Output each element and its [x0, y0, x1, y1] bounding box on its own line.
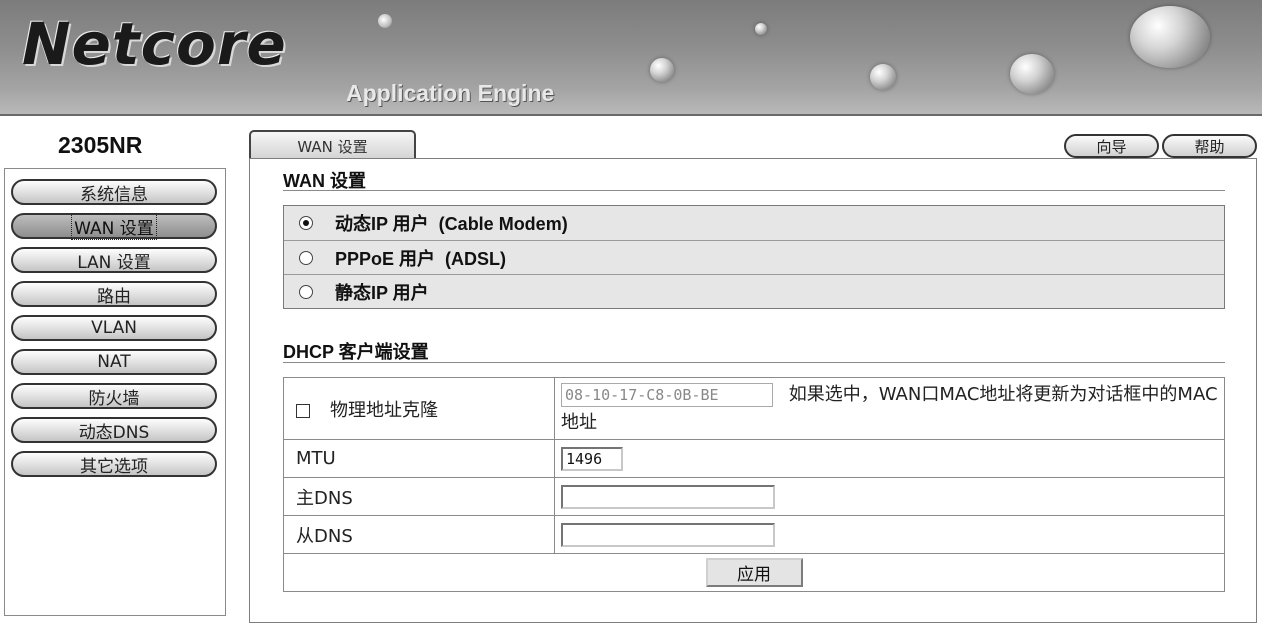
sidebar-item-firewall[interactable]: 防火墙	[11, 383, 217, 409]
tab-wan-settings[interactable]: WAN 设置	[249, 130, 416, 160]
wan-option-label: PPPoE 用户 (ADSL)	[335, 248, 507, 269]
sidebar-item-label: 其它选项	[80, 456, 148, 477]
mtu-input[interactable]	[561, 446, 623, 471]
wan-option-pppoe[interactable]: PPPoE 用户 (ADSL)	[284, 240, 1224, 274]
decorative-orb-icon	[870, 64, 896, 90]
wan-option-label: 静态IP 用户	[335, 282, 429, 303]
decorative-orb-icon	[650, 58, 674, 82]
sidebar-item-label: VLAN	[91, 318, 137, 338]
sidebar-item-vlan[interactable]: VLAN	[11, 315, 217, 341]
apply-cell: 应用	[283, 553, 1225, 592]
primary-dns-label: 主DNS	[283, 477, 555, 516]
mac-clone-checkbox[interactable]	[296, 403, 310, 418]
mtu-row: MTU	[283, 439, 1225, 478]
primary-dns-input[interactable]	[561, 484, 775, 509]
sidebar-item-nat[interactable]: NAT	[11, 349, 217, 375]
sidebar-item-wan-settings[interactable]: WAN 设置	[11, 212, 217, 240]
secondary-dns-value-cell	[554, 515, 1225, 554]
mac-clone-label-cell: 物理地址克隆	[283, 377, 555, 440]
sidebar-item-label: NAT	[97, 352, 131, 372]
sidebar-item-lan-settings[interactable]: LAN 设置	[11, 247, 217, 273]
primary-dns-row: 主DNS	[283, 477, 1225, 516]
apply-row: 应用	[283, 553, 1225, 592]
sidebar-item-system-info[interactable]: 系统信息	[11, 179, 217, 205]
radio-pppoe[interactable]	[299, 250, 313, 265]
tagline: Application Engine	[346, 80, 555, 106]
wizard-button[interactable]: 向导	[1064, 134, 1159, 158]
radio-static-ip[interactable]	[299, 284, 313, 299]
mtu-value-cell	[554, 439, 1225, 478]
apply-button[interactable]: 应用	[705, 558, 803, 587]
sidebar-item-label: 系统信息	[80, 184, 148, 205]
secondary-dns-label: 从DNS	[283, 515, 555, 554]
primary-dns-value-cell	[554, 477, 1225, 516]
dhcp-section-title: DHCP 客户端设置	[283, 342, 429, 362]
sidebar-menu: 系统信息 WAN 设置 LAN 设置 路由 VLAN NAT 防火墙 动态DNS…	[4, 168, 226, 616]
mtu-label: MTU	[283, 439, 555, 478]
header-banner: Netcore Application Engine	[0, 0, 1262, 116]
decorative-orb-icon	[1010, 54, 1054, 94]
netcore-logo: Netcore	[22, 10, 287, 78]
decorative-orb-icon	[755, 23, 767, 35]
registered-mark-icon	[378, 14, 392, 28]
sidebar-item-label: 动态DNS	[78, 422, 150, 443]
sidebar-item-routing[interactable]: 路由	[11, 281, 217, 307]
sidebar-item-label: WAN 设置	[71, 212, 157, 240]
sidebar-item-label: 防火墙	[88, 388, 140, 409]
sidebar-item-ddns[interactable]: 动态DNS	[11, 417, 217, 443]
secondary-dns-input[interactable]	[561, 522, 775, 547]
secondary-dns-row: 从DNS	[283, 515, 1225, 554]
section-divider	[283, 362, 1225, 363]
mac-clone-label: 物理地址克隆	[330, 399, 438, 421]
wan-option-dynamic-ip[interactable]: 动态IP 用户 (Cable Modem)	[284, 206, 1224, 240]
sidebar-item-label: LAN 设置	[77, 252, 151, 273]
decorative-orb-icon	[1130, 6, 1210, 68]
wan-option-static-ip[interactable]: 静态IP 用户	[284, 274, 1224, 308]
sidebar-item-label: 路由	[97, 286, 131, 307]
mac-address-input[interactable]	[561, 382, 773, 407]
mac-clone-value-cell: 如果选中，WAN口MAC地址将更新为对话框中的MAC地址	[554, 377, 1225, 440]
sidebar-item-other-options[interactable]: 其它选项	[11, 451, 217, 477]
device-model-title: 2305NR	[58, 132, 143, 158]
radio-dynamic-ip[interactable]	[299, 216, 313, 230]
section-divider	[283, 190, 1225, 191]
wan-option-label: 动态IP 用户 (Cable Modem)	[335, 214, 568, 234]
dhcp-settings-table: 物理地址克隆 如果选中，WAN口MAC地址将更新为对话框中的MAC地址 MTU …	[283, 377, 1225, 592]
help-button[interactable]: 帮助	[1162, 134, 1257, 158]
mac-clone-row: 物理地址克隆 如果选中，WAN口MAC地址将更新为对话框中的MAC地址	[283, 377, 1225, 440]
wan-type-options: 动态IP 用户 (Cable Modem) PPPoE 用户 (ADSL) 静态…	[283, 205, 1225, 309]
